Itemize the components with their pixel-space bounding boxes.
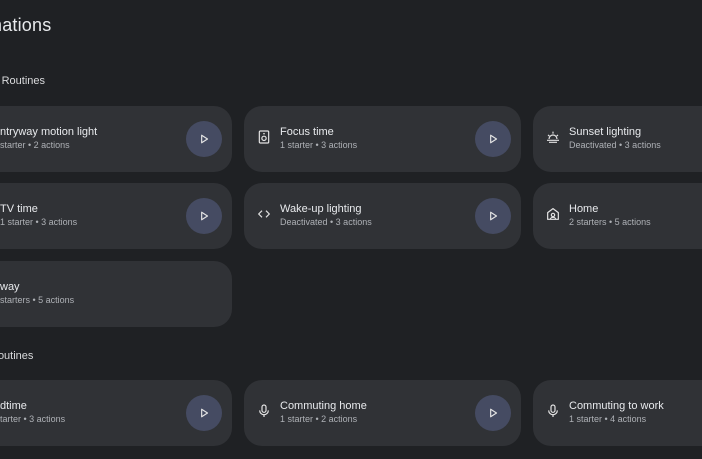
- routine-card-bedtime[interactable]: dtime tarter • 3 actions: [0, 380, 232, 446]
- routine-name: ntryway motion light: [0, 126, 98, 138]
- routine-card-home[interactable]: Home 2 starters • 5 actions: [533, 183, 702, 249]
- routine-meta: 1 starter • 2 actions: [280, 414, 358, 424]
- routine-card-entryway-motion-light[interactable]: ntryway motion light starter • 2 actions: [0, 106, 232, 172]
- play-icon: [490, 211, 498, 221]
- routine-meta: Deactivated • 3 actions: [280, 217, 372, 227]
- routine-meta: 1 starter • 3 actions: [0, 217, 78, 227]
- section-household-routines-label: ld Routines: [0, 75, 46, 87]
- play-button[interactable]: [475, 121, 511, 157]
- play-icon: [201, 211, 209, 221]
- routine-name: Commuting to work: [569, 400, 664, 412]
- routine-card-commuting-to-work[interactable]: Commuting to work 1 starter • 4 actions: [533, 380, 702, 446]
- play-icon: [490, 408, 498, 418]
- routine-meta: 1 starter • 3 actions: [280, 140, 358, 150]
- routine-meta: 1 starter • 4 actions: [569, 414, 647, 424]
- mic-icon: [544, 402, 562, 420]
- home-icon: [544, 205, 562, 223]
- routine-name: Focus time: [280, 126, 334, 138]
- play-icon: [201, 134, 209, 144]
- code-icon: [255, 205, 273, 223]
- routine-name: Wake-up lighting: [280, 203, 362, 215]
- routine-card-focus-time[interactable]: Focus time 1 starter • 3 actions: [244, 106, 521, 172]
- routine-card-wake-up-lighting[interactable]: Wake-up lighting Deactivated • 3 actions: [244, 183, 521, 249]
- play-button[interactable]: [186, 198, 222, 234]
- play-icon: [201, 408, 209, 418]
- section-personal-routines-label: Routines: [0, 350, 34, 362]
- page-title: mations: [0, 15, 52, 35]
- routine-meta: tarter • 3 actions: [0, 414, 66, 424]
- routine-name: TV time: [0, 203, 38, 215]
- speaker-icon: [255, 128, 273, 146]
- routine-card-sunset-lighting[interactable]: Sunset lighting Deactivated • 3 actions: [533, 106, 702, 172]
- routine-card-tv-time[interactable]: TV time 1 starter • 3 actions: [0, 183, 232, 249]
- routine-meta: starters • 5 actions: [0, 295, 75, 305]
- automations-page: mations ld Routines ntryway motion light…: [0, 0, 702, 459]
- play-button[interactable]: [475, 395, 511, 431]
- routine-card-away[interactable]: way starters • 5 actions: [0, 261, 232, 327]
- play-button[interactable]: [186, 121, 222, 157]
- sunset-icon: [544, 128, 562, 146]
- routine-name: Sunset lighting: [569, 126, 642, 138]
- routine-name: Home: [569, 203, 599, 215]
- routine-name: Commuting home: [280, 400, 367, 412]
- play-icon: [490, 134, 498, 144]
- routine-name: way: [0, 281, 20, 293]
- routine-meta: 2 starters • 5 actions: [569, 217, 651, 227]
- play-button[interactable]: [475, 198, 511, 234]
- play-button[interactable]: [186, 395, 222, 431]
- routine-card-commuting-home[interactable]: Commuting home 1 starter • 2 actions: [244, 380, 521, 446]
- routine-name: dtime: [0, 400, 27, 412]
- mic-icon: [255, 402, 273, 420]
- routine-meta: starter • 2 actions: [0, 140, 70, 150]
- routine-meta: Deactivated • 3 actions: [569, 140, 661, 150]
